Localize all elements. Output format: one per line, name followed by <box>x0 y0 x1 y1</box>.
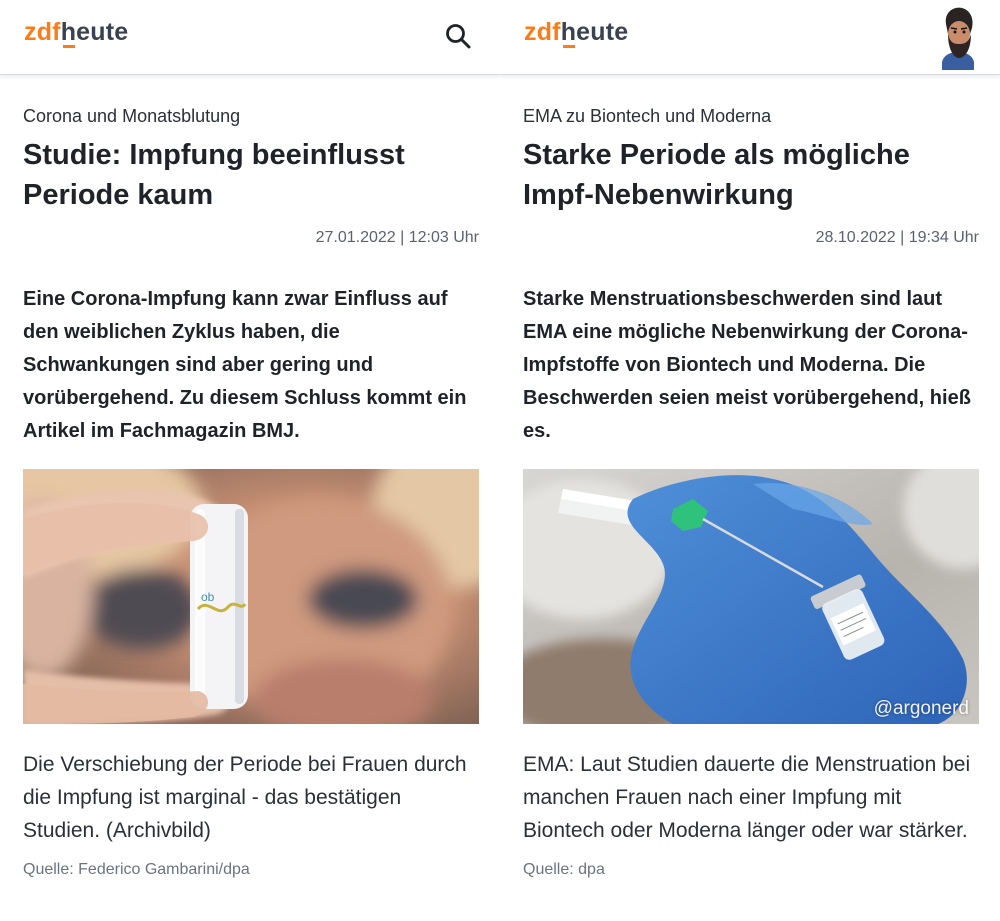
article-lead: Eine Corona-Impfung kann zwar Einfluss a… <box>23 288 467 442</box>
logo-heute-text: heute <box>60 18 129 46</box>
article-title: Starke Periode als mögliche Impf-Nebenwi… <box>523 139 910 211</box>
article-panel-left: zdfheute Corona und Monatsblutung Studie… <box>0 0 500 921</box>
logo-zdf: zdf <box>24 18 61 46</box>
article-datetime: 27.01.2022 | 12:03 Uhr <box>315 229 479 246</box>
article-image-tampon[interactable]: ob <box>23 469 479 724</box>
caption-text: EMA: Laut Studien dauerte die Menstruati… <box>523 753 971 842</box>
image-watermark: @argonerd <box>873 698 969 719</box>
caption-text: Die Verschiebung der Periode bei Frauen … <box>23 753 467 842</box>
screenshot-collage: zdfheute Corona und Monatsblutung Studie… <box>0 0 1000 921</box>
logo-underline <box>62 45 75 48</box>
zdfheute-logo[interactable]: zdfheute <box>524 17 629 48</box>
image-source: Quelle: Federico Gambarini/dpa <box>23 861 250 878</box>
logo-heute: heute <box>560 18 629 48</box>
article-panel-right: zdfheute EMA zu Biontech und Moderna Sta… <box>500 0 1000 921</box>
search-icon[interactable] <box>444 22 472 50</box>
app-header: zdfheute <box>0 0 500 75</box>
article-kicker: EMA zu Biontech und Moderna <box>523 106 772 126</box>
avatar-icon[interactable] <box>936 4 980 70</box>
svg-text:ob: ob <box>201 590 215 604</box>
article-body: Corona und Monatsblutung Studie: Impfung… <box>23 103 479 448</box>
image-source: Quelle: dpa <box>523 861 605 878</box>
article-title: Studie: Impfung beeinflusst Periode kaum <box>23 139 405 211</box>
logo-heute: heute <box>60 18 129 48</box>
image-caption: Die Verschiebung der Periode bei Frauen … <box>23 748 479 881</box>
logo-heute-text: heute <box>560 18 629 46</box>
article-lead: Starke Menstruationsbeschwerden sind lau… <box>523 288 971 442</box>
article-body: EMA zu Biontech und Moderna Starke Perio… <box>523 103 979 448</box>
article-kicker: Corona und Monatsblutung <box>23 106 241 126</box>
zdfheute-logo[interactable]: zdfheute <box>24 17 129 48</box>
app-header: zdfheute <box>500 0 1000 75</box>
logo-zdf: zdf <box>524 18 561 46</box>
article-datetime: 28.10.2022 | 19:34 Uhr <box>815 229 979 246</box>
article-image-vaccine[interactable]: @argonerd <box>523 469 979 724</box>
image-caption: EMA: Laut Studien dauerte die Menstruati… <box>523 748 979 881</box>
logo-underline <box>562 45 575 48</box>
